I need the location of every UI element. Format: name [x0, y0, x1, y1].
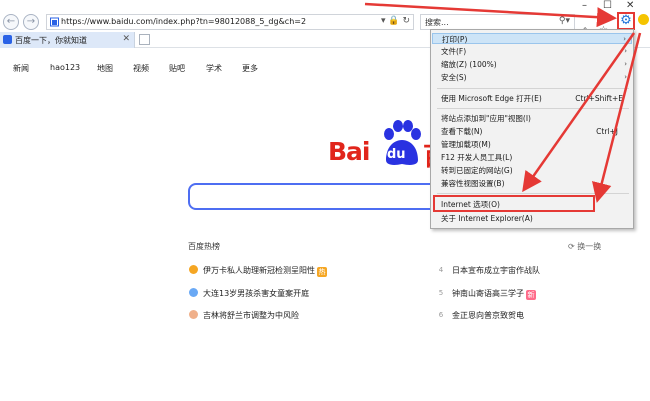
rank-1-icon: [189, 265, 198, 274]
tab-baidu[interactable]: 百度一下，你就知道 ✕: [0, 32, 135, 48]
close-icon[interactable]: ✕: [626, 0, 634, 12]
hot-item-6[interactable]: 金正恩向普京致贺电: [452, 310, 524, 321]
submenu-arrow-icon: ›: [624, 47, 627, 55]
menu-item-compat-view[interactable]: 兼容性视图设置(B): [432, 178, 632, 189]
rank-6: 6: [438, 311, 444, 319]
tab-close-icon[interactable]: ✕: [122, 34, 130, 44]
hot-item-2[interactable]: 大连13岁男孩杀害女童案开庭: [203, 288, 309, 299]
nav-video[interactable]: 视频: [133, 63, 149, 74]
refresh-button[interactable]: ⟳ 换一换: [568, 241, 601, 252]
highlight-box: [433, 195, 595, 212]
nav-news[interactable]: 新闻: [13, 63, 29, 74]
search-icon[interactable]: ⚲▾: [559, 16, 570, 26]
menu-item-manage-addons[interactable]: 管理加载项(M): [432, 139, 632, 150]
submenu-arrow-icon: ›: [623, 35, 626, 43]
menu-item-pinned-sites[interactable]: 转到已固定的网站(G): [432, 165, 632, 176]
maximize-icon[interactable]: ☐: [603, 0, 612, 12]
baidu-favicon-icon: [3, 35, 12, 44]
title-bar: – ☐ ✕: [0, 0, 650, 12]
refresh-label: 换一换: [577, 242, 602, 251]
address-tools-icon[interactable]: ▾ 🔒 ↻: [381, 16, 410, 26]
nav-xueshu[interactable]: 学术: [206, 63, 222, 74]
menu-item-add-to-apps[interactable]: 将站点添加到"应用"视图(I): [432, 113, 632, 124]
menu-separator: [437, 88, 629, 89]
search-box[interactable]: 搜索... ⚲▾: [420, 14, 575, 30]
tab-title: 百度一下，你就知道: [15, 36, 87, 45]
url-text: https://www.baidu.com/index.php?tn=98012…: [61, 17, 307, 26]
minimize-icon[interactable]: –: [582, 0, 587, 12]
menu-item-about-ie[interactable]: 关于 Internet Explorer(A): [432, 213, 632, 224]
logo-text-du: du: [387, 147, 406, 162]
menu-item-zoom[interactable]: 缩放(Z) (100%) ›: [432, 59, 632, 70]
nav-more[interactable]: 更多: [242, 63, 258, 74]
nav-map[interactable]: 地图: [97, 63, 113, 74]
hot-item-1[interactable]: 伊万卡私人助理新冠检测呈阳性热: [203, 265, 327, 277]
hot-badge: 新: [526, 290, 536, 300]
menu-item-devtools[interactable]: F12 开发人员工具(L): [432, 152, 632, 163]
refresh-icon: ⟳: [568, 242, 575, 251]
hot-item-3[interactable]: 吉林将舒兰市调整为中风险: [203, 310, 299, 321]
menu-item-print[interactable]: 打印(P) ›: [432, 33, 632, 44]
hot-badge: 热: [317, 267, 327, 277]
nav-hao123[interactable]: hao123: [50, 63, 80, 72]
hot-item-4[interactable]: 日本宣布成立宇宙作战队: [452, 265, 540, 276]
submenu-arrow-icon: ›: [624, 73, 627, 81]
menu-item-file[interactable]: 文件(F) ›: [432, 46, 632, 57]
search-placeholder: 搜索...: [425, 18, 449, 27]
menu-item-view-downloads[interactable]: 查看下载(N) Ctrl+J: [432, 126, 632, 137]
baidu-logo: Bai du 百: [323, 120, 448, 171]
menu-separator: [437, 193, 629, 194]
address-bar[interactable]: https://www.baidu.com/index.php?tn=98012…: [46, 14, 414, 30]
lock-icon: [50, 17, 59, 27]
logo-text-bai: Bai: [328, 137, 370, 166]
gear-icon[interactable]: ⚙: [617, 12, 635, 30]
new-tab-button[interactable]: [139, 34, 150, 45]
submenu-arrow-icon: ›: [624, 60, 627, 68]
rank-5: 5: [438, 289, 444, 297]
forward-button[interactable]: →: [23, 14, 39, 30]
menu-separator: [437, 108, 629, 109]
hot-item-5[interactable]: 钟南山寄语高三学子新: [452, 288, 536, 300]
menu-item-open-edge[interactable]: 使用 Microsoft Edge 打开(E) Ctrl+Shift+E: [432, 93, 632, 104]
smiley-icon[interactable]: [638, 14, 649, 25]
back-button[interactable]: ←: [3, 14, 19, 30]
rank-2-icon: [189, 288, 198, 297]
rank-4: 4: [438, 266, 444, 274]
menu-item-safety[interactable]: 安全(S) ›: [432, 72, 632, 83]
nav-tieba[interactable]: 贴吧: [169, 63, 185, 74]
rank-3-icon: [189, 310, 198, 319]
hot-list-title: 百度热榜: [188, 242, 220, 251]
